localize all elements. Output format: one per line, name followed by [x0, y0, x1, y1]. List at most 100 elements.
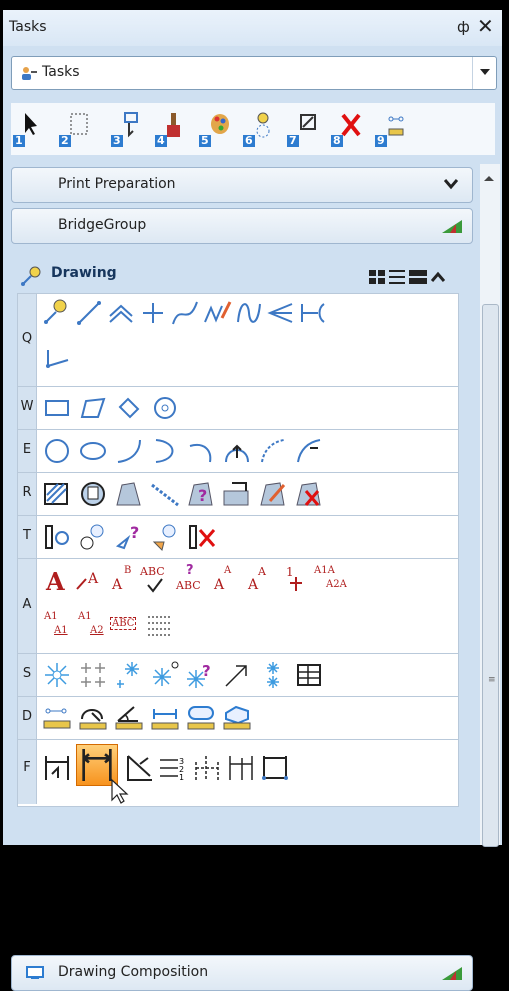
row-key: Q: [18, 294, 37, 386]
measure-volume-icon[interactable]: [222, 703, 252, 733]
place-text-icon[interactable]: A: [42, 565, 72, 596]
place-note-icon[interactable]: A: [74, 565, 104, 595]
place-circle-icon[interactable]: [42, 436, 72, 466]
place-table-icon[interactable]: [294, 660, 324, 690]
replace-cells-icon[interactable]: [78, 522, 108, 552]
place-half-ellipse-icon[interactable]: [150, 436, 180, 466]
place-ellipse-icon[interactable]: [78, 436, 108, 466]
enter-data-field-icon[interactable]: 1: [280, 565, 310, 595]
panel-title: Tasks: [9, 19, 47, 35]
place-shape-icon[interactable]: [78, 393, 108, 423]
pattern-area-icon[interactable]: [114, 479, 144, 509]
row-key: E: [18, 430, 37, 472]
chevron-down-icon[interactable]: [443, 178, 459, 194]
measure-area-icon[interactable]: [186, 703, 216, 733]
place-stream-icon[interactable]: [202, 298, 232, 328]
modify-arc-radius-icon[interactable]: [222, 436, 252, 466]
cell-pattern-icon[interactable]: [258, 660, 288, 690]
toolbar-delete-button[interactable]: 8: [331, 111, 371, 147]
svg-text:?: ?: [202, 662, 211, 680]
modify-arc-axis-icon[interactable]: [294, 436, 324, 466]
change-dimension-icon[interactable]: [260, 752, 290, 782]
vertical-scrollbar[interactable]: ≡: [480, 164, 500, 847]
dimension-element-icon[interactable]: [42, 752, 72, 782]
place-polygon-icon[interactable]: [150, 393, 180, 423]
dimension-symmetric-icon[interactable]: [192, 752, 222, 782]
spell-checker-icon[interactable]: ABC: [140, 565, 170, 595]
place-curve-icon[interactable]: [234, 298, 264, 328]
construct-line-icon[interactable]: [42, 346, 72, 376]
display-text-attributes-icon[interactable]: ? ABC: [176, 563, 206, 595]
toolbar-palette-button[interactable]: 5: [199, 111, 239, 147]
measure-radius-icon[interactable]: [78, 703, 108, 733]
place-smartline-icon[interactable]: [170, 298, 200, 328]
task-selector-dropdown[interactable]: Tasks: [11, 56, 497, 90]
grid-view-icon[interactable]: [369, 270, 385, 288]
group-drawing-composition[interactable]: Drawing Composition: [11, 955, 473, 991]
chevron-down-icon[interactable]: [472, 57, 497, 89]
dimension-ordinates-icon[interactable]: 321: [158, 752, 188, 782]
place-block-icon[interactable]: [42, 393, 72, 423]
toolbar-change-attributes-button[interactable]: 4: [155, 111, 195, 147]
place-cell-icon[interactable]: [42, 522, 72, 552]
place-text-node-icon[interactable]: [144, 611, 174, 641]
increment-enter-data-field-icon[interactable]: A1 A1: [42, 611, 72, 641]
toolbar-view-button[interactable]: 7: [287, 111, 327, 147]
svg-text:1: 1: [179, 773, 184, 782]
measure-distance-icon[interactable]: [42, 703, 72, 733]
group-bridgegroup[interactable]: BridgeGroup: [11, 208, 473, 244]
group-print-preparation[interactable]: Print Preparation: [11, 167, 473, 203]
change-text-attributes-icon[interactable]: AA: [212, 565, 242, 595]
fill-in-enter-data-field-icon[interactable]: A1 A2: [76, 611, 106, 641]
toolbar-measure-button[interactable]: 9: [375, 111, 415, 147]
toolbar-fence-button[interactable]: 2: [59, 111, 99, 147]
toolbar-analyze-button[interactable]: 6: [243, 111, 283, 147]
measure-angle-icon[interactable]: [114, 703, 144, 733]
drop-cell-icon[interactable]: [186, 522, 216, 552]
detail-view-icon[interactable]: [409, 270, 427, 288]
identify-active-cell-icon[interactable]: ?: [186, 660, 216, 690]
select-cells-icon[interactable]: [150, 522, 180, 552]
measure-length-icon[interactable]: [150, 703, 180, 733]
list-view-icon[interactable]: [389, 270, 405, 288]
tool-row-e: E: [18, 430, 458, 473]
crosshatch-area-icon[interactable]: [78, 479, 108, 509]
dimension-arc-icon[interactable]: [226, 752, 256, 782]
place-multiline-icon[interactable]: [106, 298, 136, 328]
chevron-up-icon[interactable]: [430, 271, 446, 287]
close-icon[interactable]: ✕: [477, 14, 494, 38]
toolbar-manipulate-button[interactable]: 3: [111, 111, 151, 147]
scrollbar-thumb[interactable]: ≡: [482, 304, 499, 847]
modify-arc-angle-icon[interactable]: [258, 436, 288, 466]
change-pattern-icon[interactable]: [258, 479, 288, 509]
place-cell-leader-icon[interactable]: [222, 660, 252, 690]
place-arc-icon[interactable]: [114, 436, 144, 466]
delete-pattern-icon[interactable]: [294, 479, 324, 509]
tool-row-a: A A A BA ABC ? ABC AA AA 1 A1A A2A A1 A1 A1…: [18, 559, 458, 654]
place-point-icon[interactable]: [138, 298, 168, 328]
element-selection-icon[interactable]: [42, 298, 72, 328]
scroll-up-icon[interactable]: [484, 176, 494, 181]
place-active-cell-icon[interactable]: [42, 660, 72, 690]
pin-icon[interactable]: ф: [457, 18, 470, 36]
group-drawing-header[interactable]: Drawing: [11, 264, 471, 290]
match-pattern-attributes-icon[interactable]: [222, 479, 252, 509]
construct-perpendicular-icon[interactable]: [298, 298, 328, 328]
place-quarter-ellipse-icon[interactable]: [186, 436, 216, 466]
copy-increment-text-icon[interactable]: AA: [246, 565, 276, 595]
select-and-place-cell-icon[interactable]: [78, 660, 108, 690]
show-pattern-attributes-icon[interactable]: ?: [186, 479, 216, 509]
copy-enter-data-field-icon[interactable]: A1A A2A: [312, 565, 352, 595]
linear-pattern-icon[interactable]: [150, 479, 180, 509]
edit-text-icon[interactable]: BA: [108, 565, 138, 595]
toolbar-number: 1: [13, 134, 25, 147]
hatch-area-icon[interactable]: [42, 479, 72, 509]
construct-bisector-icon[interactable]: [266, 298, 296, 328]
identify-cell-icon[interactable]: ?: [114, 522, 144, 552]
place-fence-cells-icon[interactable]: [114, 660, 144, 690]
place-orthogonal-shape-icon[interactable]: [114, 393, 144, 423]
toolbar-select-button[interactable]: 1: [13, 111, 53, 147]
text-box-icon[interactable]: ABC: [110, 611, 140, 641]
place-line-icon[interactable]: [74, 298, 104, 328]
place-point-cells-icon[interactable]: [150, 660, 180, 690]
